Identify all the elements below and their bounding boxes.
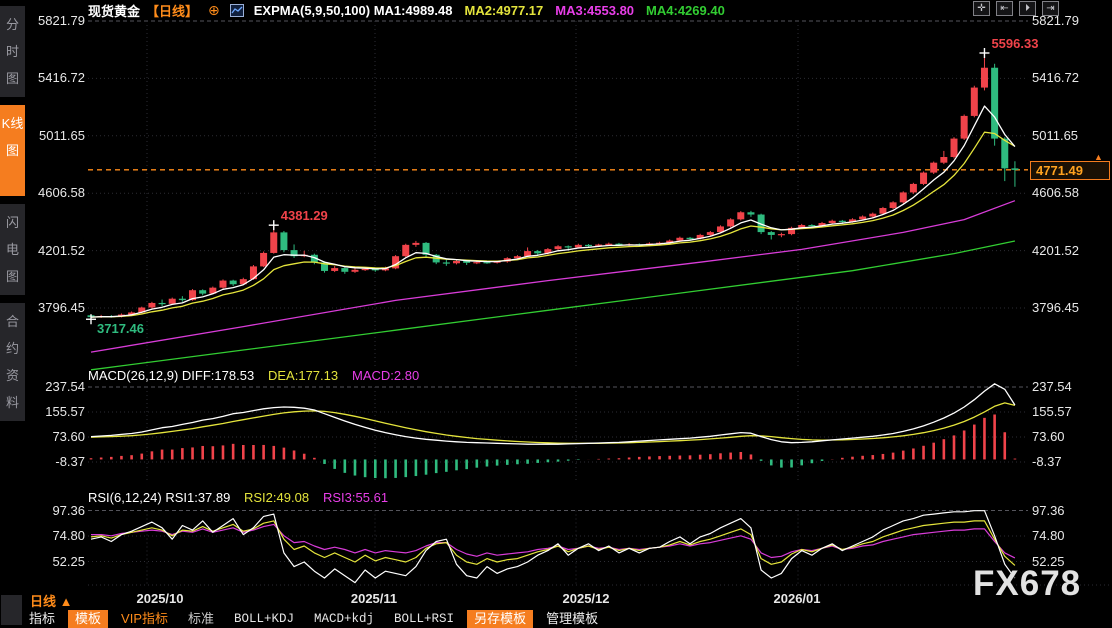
toolbar-button-8[interactable]: 另存模板 [467, 610, 533, 628]
indicator-values: EXPMA(5,9,50,100) MA1:4989.48 MA2:4977.17… [254, 3, 737, 18]
axis-label: 237.54 [1032, 380, 1110, 394]
axis-label: 5011.65 [26, 129, 85, 143]
axis-label: 74.80 [1032, 529, 1110, 543]
axis-label: 5011.65 [1032, 129, 1110, 143]
axis-label: 97.36 [1032, 504, 1110, 518]
bottom-toolbar: 指标模板 VIP指标标准 BOLL+KDJ MACD+kdj BOLL+RSI 另存模板管… [22, 609, 605, 628]
chart-canvas[interactable] [0, 0, 1112, 628]
time-axis-month: 2025/12 [563, 591, 610, 606]
period-selector[interactable]: 日线 ▲ [30, 591, 72, 610]
price-extreme-label: 5596.33 [991, 36, 1038, 51]
indicator-segment-3: MA3:4553.80 [555, 3, 634, 18]
toolbar-button-2[interactable]: 模板 [68, 610, 108, 628]
axis-label: 5821.79 [26, 14, 85, 28]
sidebar-tab-1[interactable]: 分时图 [0, 6, 25, 97]
axis-label: 4606.58 [1032, 186, 1110, 200]
period-tag: 【日线】 [146, 1, 198, 20]
price-extreme-label: 3717.46 [97, 321, 144, 336]
chart-toolbar-icons: ✛ ⇤ ⏵ ⇥ [973, 1, 1059, 16]
axis-label: 4201.52 [1032, 244, 1110, 258]
axis-label: 5416.72 [1032, 71, 1110, 85]
chart-header: 现货黄金 【日线】 ⊕ EXPMA(5,9,50,100) MA1:4989.4… [88, 2, 737, 18]
sidebar-tab-3[interactable]: 闪电图 [0, 204, 25, 295]
panel-header-segment: MACD:2.80 [352, 368, 419, 383]
sidebar-tab-4[interactable]: 合约资料 [0, 303, 25, 421]
time-axis-month: 2026/01 [774, 591, 821, 606]
zoom-range-left-icon[interactable]: ⇤ [996, 1, 1013, 16]
toolbar-button-9[interactable]: 管理模板 [539, 610, 605, 628]
axis-label: 4606.58 [26, 186, 85, 200]
axis-label: 73.60 [26, 430, 85, 444]
axis-label: 3796.45 [26, 301, 85, 315]
indicator-segment-2: MA2:4977.17 [464, 3, 543, 18]
axis-label: 3796.45 [1032, 301, 1110, 315]
axis-label: 5416.72 [26, 71, 85, 85]
pan-right-icon[interactable]: ⇥ [1042, 1, 1059, 16]
chart-icon[interactable] [230, 4, 244, 17]
axis-label: 5821.79 [1032, 14, 1110, 28]
indicator-segment-4: MA4:4269.40 [646, 3, 725, 18]
add-indicator-icon[interactable]: ⊕ [208, 2, 220, 19]
symbol-title: 现货黄金 [88, 1, 140, 20]
price-extreme-label: 4381.29 [281, 208, 328, 223]
sidebar-tab-2[interactable]: K线图 [0, 105, 25, 196]
axis-label: -8.37 [1032, 455, 1110, 469]
step-forward-icon[interactable]: ⏵ [1019, 1, 1036, 16]
axis-label: 52.25 [26, 555, 85, 569]
axis-label: 4201.52 [26, 244, 85, 258]
toolbar-button-6[interactable]: MACD+kdj [307, 610, 381, 628]
axis-label: 97.36 [26, 504, 85, 518]
watermark-logo: FX678 [973, 564, 1081, 604]
crosshair-icon[interactable]: ✛ [973, 1, 990, 16]
current-price-tag: 4771.49 [1030, 161, 1110, 180]
axis-label: 155.57 [26, 405, 85, 419]
toolbar-button-3[interactable]: VIP指标 [114, 610, 175, 628]
panel-header-segment: DEA:177.13 [268, 368, 338, 383]
time-axis-month: 2025/10 [137, 591, 184, 606]
panel-header-segment: RSI2:49.08 [244, 490, 309, 505]
indicator-segment-1: EXPMA(5,9,50,100) MA1:4989.48 [254, 3, 453, 18]
panel-header-segment: RSI(6,12,24) RSI1:37.89 [88, 490, 230, 505]
panel-header-segment: RSI3:55.61 [323, 490, 388, 505]
trading-app-window: 分时图 K线图闪电图合约资料 现货黄金 【日线】 ⊕ EXPMA(5,9,50,1… [0, 0, 1112, 628]
axis-label: 74.80 [26, 529, 85, 543]
time-axis-month: 2025/11 [351, 591, 397, 606]
toolbar-button-1[interactable]: 指标 [22, 610, 62, 628]
toolbar-button-5[interactable]: BOLL+KDJ [227, 610, 301, 628]
sidebar: 分时图 K线图闪电图合约资料 [0, 0, 25, 628]
corner-widget [1, 595, 22, 625]
toolbar-button-4[interactable]: 标准 [181, 610, 221, 628]
panel-header-segment: MACD(26,12,9) DIFF:178.53 [88, 368, 254, 383]
axis-label: 237.54 [26, 380, 85, 394]
axis-label: -8.37 [26, 455, 85, 469]
axis-label: 155.57 [1032, 405, 1110, 419]
price-arrow-icon: ▲ [1094, 152, 1103, 162]
toolbar-button-7[interactable]: BOLL+RSI [387, 610, 461, 628]
axis-label: 73.60 [1032, 430, 1110, 444]
